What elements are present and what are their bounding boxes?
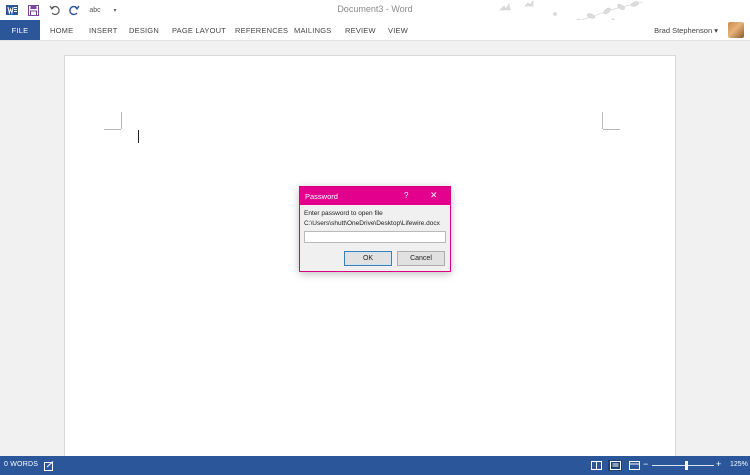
read-mode-icon[interactable] xyxy=(590,460,602,471)
web-layout-icon[interactable] xyxy=(628,460,640,471)
word-count[interactable]: 0 WORDS xyxy=(4,461,38,468)
avatar[interactable] xyxy=(728,22,744,38)
cancel-button[interactable]: Cancel xyxy=(397,251,445,266)
margin-corner-mark xyxy=(603,129,620,130)
help-button[interactable]: ? xyxy=(404,191,408,200)
user-account[interactable]: Brad Stephenson ▾ xyxy=(654,26,718,35)
tab-design[interactable]: DESIGN xyxy=(129,20,159,40)
tab-file[interactable]: FILE xyxy=(0,20,40,40)
margin-corner-mark xyxy=(602,112,603,129)
margin-corner-mark xyxy=(104,129,121,130)
zoom-slider[interactable] xyxy=(652,465,714,466)
file-path: C:\Users\shutt\OneDrive\Desktop\Lifewire… xyxy=(304,220,440,227)
zoom-out-button[interactable]: − xyxy=(643,459,648,469)
user-name-label: Brad Stephenson xyxy=(654,26,713,35)
zoom-in-button[interactable]: + xyxy=(716,459,721,469)
margin-corner-mark xyxy=(121,112,122,129)
status-bar: 0 WORDS − + 125% xyxy=(0,456,750,475)
close-button[interactable]: ✕ xyxy=(430,190,438,201)
tab-review[interactable]: REVIEW xyxy=(345,20,376,40)
dialog-prompt: Enter password to open file xyxy=(304,210,383,217)
tab-home[interactable]: HOME xyxy=(50,20,73,40)
text-cursor xyxy=(138,130,139,143)
dialog-title: Password xyxy=(305,192,338,201)
dialog-title-bar[interactable]: Password ? ✕ xyxy=(300,187,450,205)
zoom-slider-thumb[interactable] xyxy=(684,461,688,470)
ok-button[interactable]: OK xyxy=(344,251,392,266)
ribbon-tabs: FILE HOME INSERT DESIGN PAGE LAYOUT REFE… xyxy=(0,20,750,40)
password-dialog: Password ? ✕ Enter password to open file… xyxy=(299,186,451,272)
proofing-icon[interactable] xyxy=(43,460,55,471)
title-bar: abc ▾ Document3 - Word xyxy=(0,0,750,31)
print-layout-icon[interactable] xyxy=(608,460,622,471)
tab-mailings[interactable]: MAILINGS xyxy=(294,20,331,40)
user-menu-chevron-icon: ▾ xyxy=(714,26,718,35)
tab-view[interactable]: VIEW xyxy=(388,20,408,40)
tab-page-layout[interactable]: PAGE LAYOUT xyxy=(172,20,226,40)
tab-references[interactable]: REFERENCES xyxy=(235,20,288,40)
zoom-level[interactable]: 125% xyxy=(730,461,748,468)
tab-insert[interactable]: INSERT xyxy=(89,20,118,40)
password-input[interactable] xyxy=(304,231,446,243)
